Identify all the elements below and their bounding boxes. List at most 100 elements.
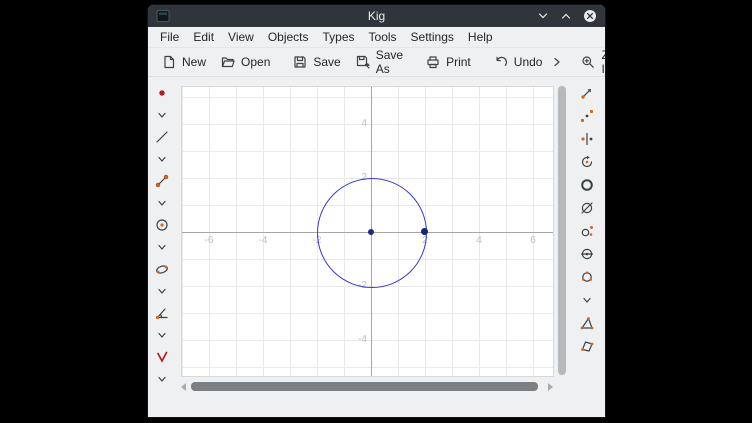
close-button[interactable] [583,9,597,23]
scroll-left-arrow-icon[interactable] [181,383,186,391]
translate-tool-button[interactable] [578,85,596,101]
polygon-tool-button[interactable] [578,315,596,331]
chevron-down-icon [156,329,168,341]
menu-settings[interactable]: Settings [404,30,461,44]
print-button[interactable]: Print [418,50,478,74]
undo-dropdown-chevron-icon[interactable] [549,55,565,69]
app-icon [156,9,170,23]
titlebar[interactable]: Kig [148,5,605,27]
test-tool-button[interactable] [153,349,171,365]
left-toolbar [148,77,175,417]
geometry-canvas[interactable]: -6 -4 -2 2 4 6 4 2 -2 -4 [181,86,554,377]
segment-icon [154,173,170,189]
horizontal-scrollbar-track[interactable] [189,382,545,391]
menu-file[interactable]: File [153,30,186,44]
save-as-button[interactable]: Save As [348,50,410,74]
similitude-tool-button[interactable] [578,223,596,239]
test-icon [154,349,170,365]
line-icon [154,129,170,145]
circle-icon [154,217,170,233]
segment-tool-button[interactable] [153,173,171,189]
menu-tools[interactable]: Tools [362,30,404,44]
minimize-button[interactable] [537,10,549,22]
x-tick-label: -6 [197,235,221,246]
rotate-icon [579,154,595,170]
zoom-in-icon [580,54,596,70]
reflect-tool-button[interactable] [578,131,596,147]
vector-polygon-icon [579,338,595,354]
save-label: Save [313,55,340,69]
inversion-icon [579,177,595,193]
central-symmetry-icon [579,108,595,124]
line-tool-expander[interactable] [153,151,171,167]
print-label: Print [446,55,471,69]
menu-help[interactable]: Help [461,30,500,44]
horizontal-scrollbar[interactable] [181,380,567,393]
translate-icon [579,85,595,101]
test-tool-expander[interactable] [153,371,171,387]
angle-tool-button[interactable] [153,305,171,321]
vertical-scrollbar-thumb[interactable] [558,86,566,375]
zoom-in-label: Zoom In [601,48,605,76]
save-icon [292,54,308,70]
conic-tool-expander[interactable] [153,283,171,299]
menu-types[interactable]: Types [316,30,362,44]
chevron-down-icon [156,109,168,121]
x-tick-label: 4 [467,235,491,246]
undo-icon [493,54,509,70]
reflect-icon [579,131,595,147]
canvas-region: -6 -4 -2 2 4 6 4 2 -2 -4 [175,77,569,417]
center-point-object[interactable] [368,229,374,235]
undo-button[interactable]: Undo [486,50,550,74]
line-tool-button[interactable] [153,129,171,145]
projective-tool-button[interactable] [578,200,596,216]
affinity-tool-button[interactable] [578,269,596,285]
polygon-icon [579,315,595,331]
point-tool-expander[interactable] [153,107,171,123]
segment-tool-expander[interactable] [153,195,171,211]
harmonic-tool-button[interactable] [578,246,596,262]
chevron-down-icon [156,373,168,385]
inversion-tool-button[interactable] [578,177,596,193]
chevron-down-icon [156,153,168,165]
menubar: File Edit View Objects Types Tools Setti… [148,27,605,47]
x-tick-label: 6 [521,235,545,246]
menu-objects[interactable]: Objects [261,30,316,44]
save-as-icon [355,54,371,70]
print-icon [425,54,441,70]
new-button[interactable]: New [154,50,213,74]
x-tick-label: -4 [251,235,275,246]
menu-view[interactable]: View [221,30,261,44]
y-tick-label: -4 [339,334,367,345]
open-folder-icon [220,54,236,70]
save-as-label: Save As [376,48,403,76]
menu-edit[interactable]: Edit [186,30,221,44]
undo-label: Undo [514,55,543,69]
circle-tool-button[interactable] [153,217,171,233]
chevron-down-icon [156,285,168,297]
open-button[interactable]: Open [213,50,277,74]
open-label: Open [241,55,270,69]
scroll-right-arrow-icon[interactable] [548,383,553,391]
transform-tool-expander[interactable] [578,292,596,308]
point-tool-button[interactable] [153,85,171,101]
kig-window: Kig File Edit View Objects Types Tools S… [148,5,605,417]
chevron-down-icon [581,294,593,306]
point-on-circle-object[interactable] [421,228,428,235]
maximize-button[interactable] [560,10,572,22]
vertical-scrollbar[interactable] [557,86,567,377]
central-symmetry-tool-button[interactable] [578,108,596,124]
chevron-down-icon [156,241,168,253]
angle-icon [154,305,170,321]
horizontal-scrollbar-thumb[interactable] [191,382,538,391]
zoom-in-button[interactable]: Zoom In [573,50,605,74]
conic-icon [154,261,170,277]
circle-tool-expander[interactable] [153,239,171,255]
angle-tool-expander[interactable] [153,327,171,343]
save-button[interactable]: Save [285,50,347,74]
conic-tool-button[interactable] [153,261,171,277]
harmonic-icon [579,246,595,262]
rotate-tool-button[interactable] [578,154,596,170]
main-area: -6 -4 -2 2 4 6 4 2 -2 -4 [148,77,605,417]
vector-polygon-tool-button[interactable] [578,338,596,354]
